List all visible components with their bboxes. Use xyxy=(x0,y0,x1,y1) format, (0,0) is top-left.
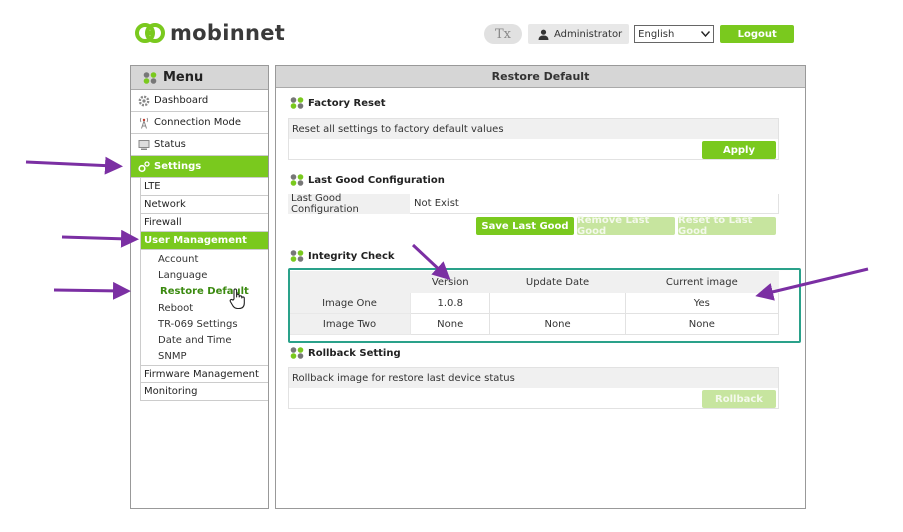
save-last-good-button[interactable]: Save Last Good xyxy=(476,217,574,235)
section-dots-icon xyxy=(290,250,304,262)
sidebar-item-label: Status xyxy=(154,139,186,150)
sidebar-item-firewall[interactable]: Firewall xyxy=(141,214,268,232)
sidebar-item-monitoring[interactable]: Monitoring xyxy=(141,383,268,402)
section-title-text: Factory Reset xyxy=(308,97,386,109)
page-title: Restore Default xyxy=(276,66,805,88)
rollback-description: Rollback image for restore last device s… xyxy=(289,368,778,388)
monitor-icon xyxy=(138,139,150,151)
last-good-title: Last Good Configuration xyxy=(290,174,445,186)
rollback-button[interactable]: Rollback xyxy=(702,390,776,408)
table-row: Last Good Configuration Not Exist xyxy=(288,193,779,215)
sidebar-item-settings[interactable]: Settings xyxy=(131,156,268,178)
sidebar-item-label: Connection Mode xyxy=(154,117,242,128)
section-dots-icon xyxy=(290,97,304,109)
language-select[interactable]: English xyxy=(634,25,715,43)
user-label: Administrator xyxy=(554,28,623,40)
sidebar-item-tr069-settings[interactable]: TR-069 Settings xyxy=(141,316,268,332)
antenna-icon xyxy=(138,117,150,129)
reset-to-last-good-button[interactable]: Reset to Last Good xyxy=(678,215,776,237)
factory-reset-title: Factory Reset xyxy=(290,97,386,109)
logout-button[interactable]: Logout xyxy=(720,25,795,43)
brand-logo: mobinnet xyxy=(134,20,285,46)
sidebar-item-status[interactable]: Status xyxy=(131,134,268,156)
annotation-arrow-icon xyxy=(411,243,451,281)
sidebar-item-user-management[interactable]: User Management xyxy=(141,232,268,250)
section-dots-icon xyxy=(290,347,304,359)
section-title-text: Rollback Setting xyxy=(308,347,401,359)
sidebar-item-account[interactable]: Account xyxy=(141,251,268,267)
logo-swirl-icon xyxy=(135,23,165,43)
menu-dots-icon xyxy=(143,71,157,84)
settings-submenu: LTE Network Firewall User Management Acc… xyxy=(140,178,268,402)
factory-reset-description: Reset all settings to factory default va… xyxy=(289,119,778,139)
top-toolbar: Tx Administrator English Logout xyxy=(484,24,795,44)
sidebar-item-firmware-management[interactable]: Firmware Management xyxy=(141,365,268,384)
sidebar-item-network[interactable]: Network xyxy=(141,196,268,214)
integrity-check-title: Integrity Check xyxy=(290,250,395,262)
section-title-text: Integrity Check xyxy=(308,250,395,262)
annotation-arrow-icon xyxy=(61,229,139,248)
clear-format-button[interactable]: Tx xyxy=(484,24,522,44)
section-title-text: Last Good Configuration xyxy=(308,174,445,186)
sidebar-item-language[interactable]: Language xyxy=(141,267,268,283)
sidebar-item-label: Settings xyxy=(154,161,202,172)
rollback-box: Rollback image for restore last device s… xyxy=(288,367,779,409)
logo-text: mobinnet xyxy=(170,21,286,45)
sidebar-item-date-and-time[interactable]: Date and Time xyxy=(141,332,268,348)
integrity-highlight-frame xyxy=(288,268,801,343)
sidebar-item-restore-default[interactable]: Restore Default xyxy=(141,284,268,300)
last-good-table: Last Good Configuration Not Exist xyxy=(288,193,779,215)
last-good-label: Last Good Configuration xyxy=(288,193,410,215)
sidebar-item-dashboard[interactable]: Dashboard xyxy=(131,90,268,112)
language-value: English xyxy=(638,28,675,40)
user-management-submenu: Account Language Restore Default Reboot … xyxy=(141,250,268,365)
sidebar-item-connection-mode[interactable]: Connection Mode xyxy=(131,112,268,134)
hand-cursor-icon xyxy=(229,288,245,310)
sidebar-item-reboot[interactable]: Reboot xyxy=(141,300,268,316)
menu-header: Menu xyxy=(131,66,268,90)
section-dots-icon xyxy=(290,174,304,186)
settings-icon xyxy=(138,160,150,173)
rollback-title: Rollback Setting xyxy=(290,347,401,359)
apply-button[interactable]: Apply xyxy=(702,141,776,159)
sidebar-menu: Menu Dashboard Connection Mode Status Se… xyxy=(130,65,269,509)
annotation-arrow-icon xyxy=(53,281,131,300)
sidebar-item-label: Dashboard xyxy=(154,95,209,106)
sidebar-item-snmp[interactable]: SNMP xyxy=(141,349,268,365)
annotation-arrow-icon xyxy=(755,267,869,301)
menu-title: Menu xyxy=(163,70,204,85)
last-good-value: Not Exist xyxy=(410,194,779,214)
user-icon xyxy=(538,29,549,40)
remove-last-good-button[interactable]: Remove Last Good xyxy=(577,215,675,237)
gear-icon xyxy=(138,95,150,107)
factory-reset-box: Reset all settings to factory default va… xyxy=(288,118,779,160)
user-info: Administrator xyxy=(528,24,630,44)
sidebar-item-lte[interactable]: LTE xyxy=(141,178,268,196)
annotation-arrow-icon xyxy=(25,156,123,175)
chevron-down-icon xyxy=(701,31,711,37)
